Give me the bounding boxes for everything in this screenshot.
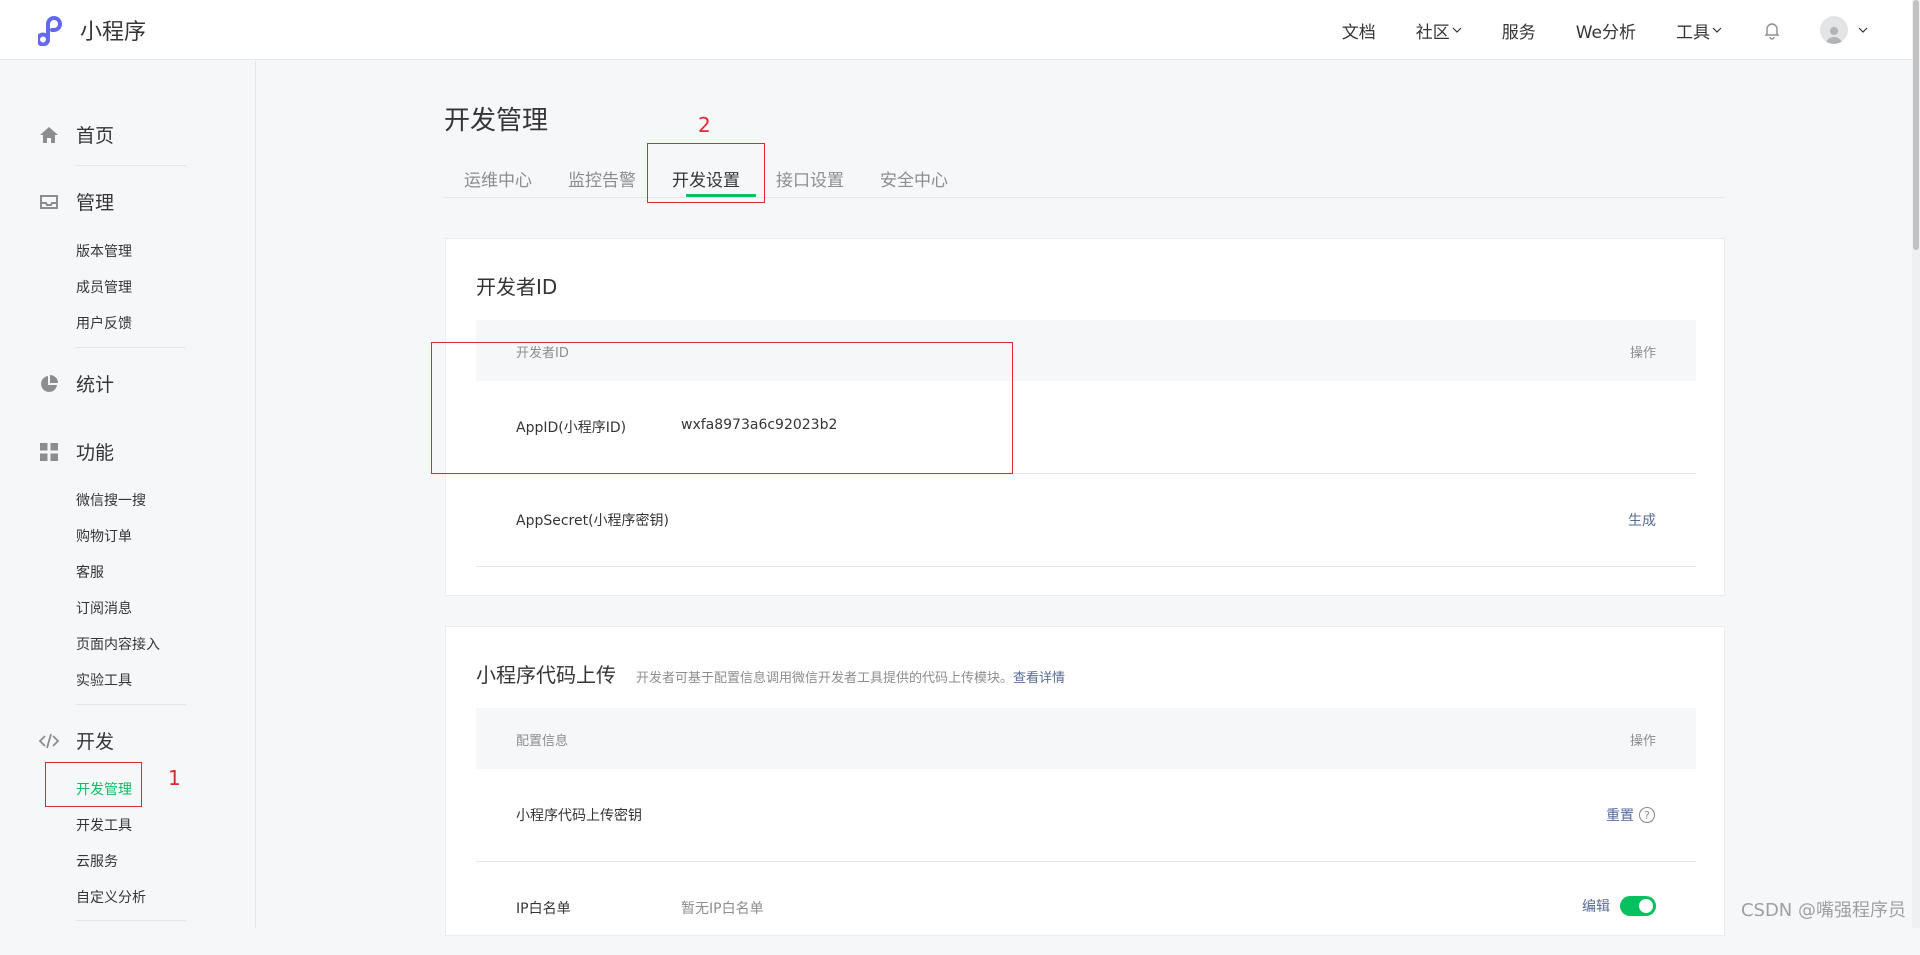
nav-docs[interactable]: 文档: [1342, 18, 1376, 43]
ip-whitelist-value: 暂无IP白名单: [681, 898, 764, 918]
user-menu[interactable]: [1820, 16, 1868, 44]
appsecret-label: AppSecret(小程序密钥): [516, 510, 669, 530]
sidebar-divider: [76, 347, 186, 348]
sidebar-divider: [76, 165, 186, 166]
upload-key-label: 小程序代码上传密钥: [516, 805, 642, 825]
edit-button[interactable]: 编辑: [1582, 896, 1656, 916]
annotation-box-appid: [431, 342, 1013, 474]
chevron-down-icon: [1712, 25, 1722, 35]
top-nav: 文档 社区 服务 We分析 工具: [1342, 0, 1912, 60]
ip-whitelist-label: IP白名单: [516, 898, 571, 918]
sidebar-group-stats[interactable]: 统计: [38, 370, 114, 397]
card-title: 小程序代码上传: [476, 659, 616, 688]
inbox-icon: [38, 191, 60, 213]
sidebar-divider: [76, 704, 186, 705]
avatar-icon: [1820, 16, 1848, 44]
code-icon: [38, 730, 60, 752]
sidebar-item-dev-tools[interactable]: 开发工具: [76, 815, 132, 835]
sidebar-item-experiment[interactable]: 实验工具: [76, 670, 132, 690]
tab-bar: 运维中心 监控告警 开发设置 接口设置 安全中心: [444, 160, 1724, 198]
card-description: 开发者可基于配置信息调用微信开发者工具提供的代码上传模块。查看详情: [636, 667, 1065, 686]
home-icon: [38, 124, 60, 146]
watermark: CSDN @嘴强程序员: [1741, 896, 1906, 922]
table-row-upload-key: 小程序代码上传密钥 重置 ?: [476, 769, 1696, 862]
sidebar-item-version[interactable]: 版本管理: [76, 241, 132, 261]
view-details-link[interactable]: 查看详情: [1013, 671, 1065, 686]
card-title-row: 小程序代码上传 开发者可基于配置信息调用微信开发者工具提供的代码上传模块。查看详…: [476, 659, 1065, 688]
table-row-ip-whitelist: IP白名单 暂无IP白名单 编辑: [476, 862, 1696, 955]
grid-icon: [38, 441, 60, 463]
annotation-box-1: [45, 762, 142, 807]
card-title: 开发者ID: [476, 271, 557, 300]
table-header: 配置信息 操作: [476, 708, 1696, 769]
annotation-box-2: [647, 143, 765, 203]
tab-api-settings[interactable]: 接口设置: [776, 166, 844, 191]
nav-services[interactable]: 服务: [1502, 18, 1536, 43]
generate-button[interactable]: 生成: [1628, 510, 1656, 530]
help-icon[interactable]: ?: [1638, 806, 1656, 824]
sidebar-group-manage[interactable]: 管理: [38, 188, 114, 215]
svg-text:?: ?: [1644, 809, 1650, 822]
sidebar-item-custom-analytics[interactable]: 自定义分析: [76, 887, 146, 907]
table-row-appsecret: AppSecret(小程序密钥) 生成: [476, 474, 1696, 567]
pie-chart-icon: [38, 373, 60, 395]
nav-tools[interactable]: 工具: [1676, 18, 1722, 43]
logo[interactable]: 小程序: [38, 14, 146, 46]
tab-monitoring[interactable]: 监控告警: [568, 166, 636, 191]
top-bar: 小程序 文档 社区 服务 We分析 工具: [0, 0, 1912, 60]
sidebar-item-orders[interactable]: 购物订单: [76, 526, 132, 546]
scrollbar-thumb[interactable]: [1913, 0, 1919, 250]
tab-ops[interactable]: 运维中心: [464, 166, 532, 191]
nav-community[interactable]: 社区: [1416, 18, 1462, 43]
sidebar-group-home[interactable]: 首页: [38, 121, 114, 148]
sidebar-group-features[interactable]: 功能: [38, 438, 114, 465]
sidebar-item-page-content[interactable]: 页面内容接入: [76, 634, 160, 654]
sidebar-item-cloud[interactable]: 云服务: [76, 851, 118, 871]
sidebar-item-customer-service[interactable]: 客服: [76, 562, 104, 582]
annotation-mark-1: 1: [168, 766, 181, 790]
bell-icon[interactable]: [1762, 20, 1782, 40]
code-upload-card: 小程序代码上传 开发者可基于配置信息调用微信开发者工具提供的代码上传模块。查看详…: [445, 626, 1725, 936]
sidebar-divider: [76, 920, 186, 921]
chevron-down-icon: [1858, 25, 1868, 35]
tab-security[interactable]: 安全中心: [880, 166, 948, 191]
sidebar-item-subscribe[interactable]: 订阅消息: [76, 598, 132, 618]
page-title: 开发管理: [444, 100, 548, 137]
sidebar-item-members[interactable]: 成员管理: [76, 277, 132, 297]
chevron-down-icon: [1452, 25, 1462, 35]
sidebar-item-wechat-search[interactable]: 微信搜一搜: [76, 490, 146, 510]
miniprogram-logo-icon: [38, 14, 70, 46]
annotation-mark-2: 2: [698, 113, 711, 137]
app-name: 小程序: [80, 14, 146, 46]
sidebar-group-dev[interactable]: 开发: [38, 727, 114, 754]
reset-button[interactable]: 重置 ?: [1606, 805, 1656, 825]
nav-we-analytics[interactable]: We分析: [1576, 18, 1636, 43]
ip-whitelist-toggle[interactable]: [1620, 896, 1656, 916]
sidebar-item-feedback[interactable]: 用户反馈: [76, 313, 132, 333]
